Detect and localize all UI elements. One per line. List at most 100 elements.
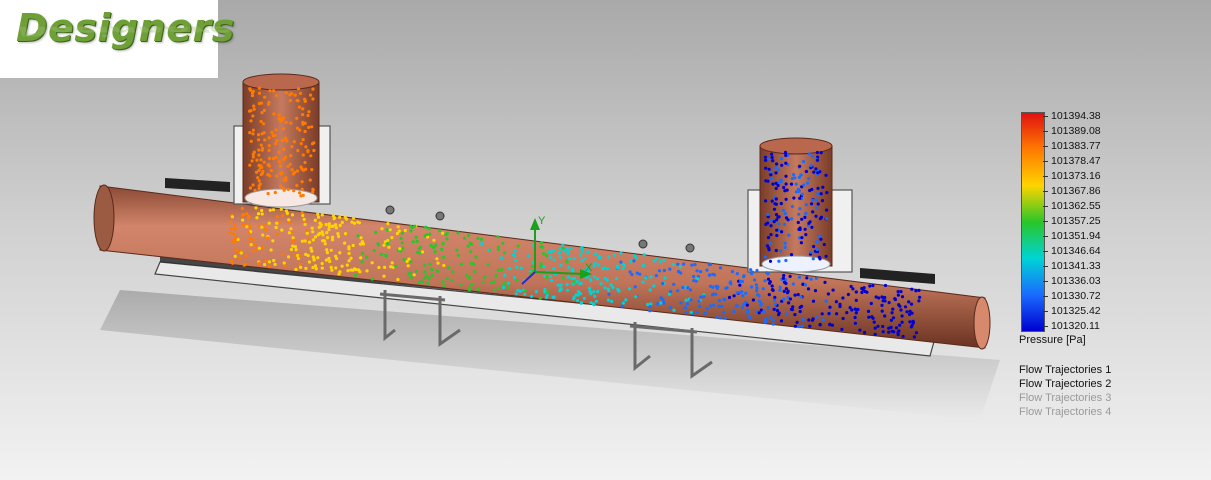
trajectory-item-3[interactable]: Flow Trajectories 3 bbox=[1019, 392, 1111, 405]
flow-particle bbox=[814, 167, 818, 171]
flow-particle bbox=[834, 300, 839, 304]
pressure-legend[interactable]: 101394.38 101389.08 101383.77 101378.47 … bbox=[1019, 110, 1199, 432]
flow-particle bbox=[854, 290, 858, 294]
flow-particle bbox=[501, 241, 505, 245]
flow-particle bbox=[803, 227, 807, 231]
flow-particle bbox=[332, 217, 336, 221]
flow-particle bbox=[268, 164, 272, 168]
flow-particle bbox=[410, 226, 414, 230]
flow-particle bbox=[340, 220, 344, 224]
flow-particle bbox=[785, 188, 789, 192]
flow-particle bbox=[598, 256, 602, 260]
flow-particle bbox=[262, 108, 266, 112]
flow-particle bbox=[768, 316, 773, 320]
flow-particle bbox=[722, 310, 726, 314]
flow-particle bbox=[289, 247, 293, 252]
flow-particle bbox=[662, 301, 666, 305]
flow-particle bbox=[641, 280, 645, 284]
flow-particle bbox=[306, 253, 310, 258]
flow-particle bbox=[854, 298, 858, 302]
flow-particle bbox=[308, 93, 313, 97]
flow-particle bbox=[917, 299, 921, 303]
flow-particle bbox=[423, 263, 427, 267]
flow-particle bbox=[295, 116, 299, 120]
flow-particle bbox=[329, 248, 333, 252]
flow-particle bbox=[605, 267, 610, 271]
flow-particle bbox=[244, 262, 248, 266]
flow-particle bbox=[756, 293, 760, 297]
flow-particle bbox=[690, 263, 694, 267]
flow-particle bbox=[804, 203, 808, 207]
flow-particle bbox=[877, 296, 881, 300]
trajectory-item-4[interactable]: Flow Trajectories 4 bbox=[1019, 406, 1111, 419]
flow-particle bbox=[360, 240, 364, 244]
flow-particle bbox=[565, 260, 569, 264]
flow-particle bbox=[770, 199, 774, 203]
flow-particle bbox=[254, 248, 258, 252]
flow-particle bbox=[275, 139, 279, 143]
flow-particle bbox=[257, 184, 261, 188]
flow-particle bbox=[357, 221, 361, 225]
flow-particle bbox=[749, 285, 754, 289]
flow-particle bbox=[607, 255, 611, 259]
flow-particle bbox=[228, 231, 232, 235]
flow-particle bbox=[893, 297, 898, 302]
flow-particle bbox=[692, 274, 696, 279]
flow-particle bbox=[283, 264, 287, 268]
flow-particle bbox=[790, 176, 795, 181]
flow-particle bbox=[257, 261, 261, 266]
flow-particle bbox=[275, 221, 279, 225]
flow-particle bbox=[812, 170, 816, 174]
flow-particle bbox=[781, 276, 786, 280]
flow-particle bbox=[263, 95, 267, 99]
flow-particle bbox=[263, 223, 267, 227]
flow-particle bbox=[784, 258, 788, 263]
flow-particle bbox=[795, 320, 799, 324]
flow-particle bbox=[621, 266, 625, 271]
flow-particle bbox=[267, 148, 271, 152]
flow-particle bbox=[616, 265, 620, 270]
flow-particle bbox=[302, 217, 306, 221]
flow-particle bbox=[289, 92, 293, 96]
flow-particle bbox=[278, 172, 283, 176]
flow-particle bbox=[494, 274, 498, 278]
flow-particle bbox=[567, 265, 571, 269]
flow-particle bbox=[409, 260, 413, 264]
flow-particle bbox=[579, 301, 583, 305]
flow-particle bbox=[267, 265, 271, 269]
legend-tick: 101378.47 bbox=[1051, 155, 1101, 167]
flow-particle bbox=[796, 220, 800, 225]
flow-particle bbox=[292, 189, 296, 193]
legend-tick-mark bbox=[1043, 191, 1048, 192]
flow-particle bbox=[292, 140, 296, 144]
flow-particle bbox=[784, 182, 788, 186]
flow-particle bbox=[459, 283, 463, 287]
flow-particle bbox=[386, 241, 390, 246]
flow-particle bbox=[271, 157, 276, 161]
flow-particle bbox=[767, 167, 771, 171]
flow-particle bbox=[455, 248, 459, 252]
flow-particle bbox=[891, 307, 895, 311]
flow-particle bbox=[426, 281, 430, 285]
flow-particle bbox=[688, 288, 693, 292]
flow-particle bbox=[582, 296, 586, 300]
flow-particle bbox=[298, 91, 303, 95]
flow-particle bbox=[764, 166, 768, 170]
flow-particle bbox=[860, 290, 864, 295]
flow-particle bbox=[286, 187, 290, 191]
flow-particle bbox=[365, 255, 369, 259]
flow-particle bbox=[269, 248, 273, 252]
flow-particle bbox=[290, 145, 294, 149]
flow-particle bbox=[892, 330, 896, 334]
flow-particle bbox=[798, 164, 802, 168]
flow-particle bbox=[559, 283, 563, 287]
flow-particle bbox=[313, 235, 318, 239]
flow-particle bbox=[779, 201, 783, 206]
flow-particle bbox=[299, 165, 303, 169]
flow-particle bbox=[441, 255, 445, 259]
trajectory-item-1[interactable]: Flow Trajectories 1 bbox=[1019, 364, 1111, 377]
flow-particle bbox=[569, 246, 573, 251]
trajectory-item-2[interactable]: Flow Trajectories 2 bbox=[1019, 378, 1111, 391]
flow-particle bbox=[347, 247, 351, 251]
flow-particle bbox=[428, 262, 432, 266]
